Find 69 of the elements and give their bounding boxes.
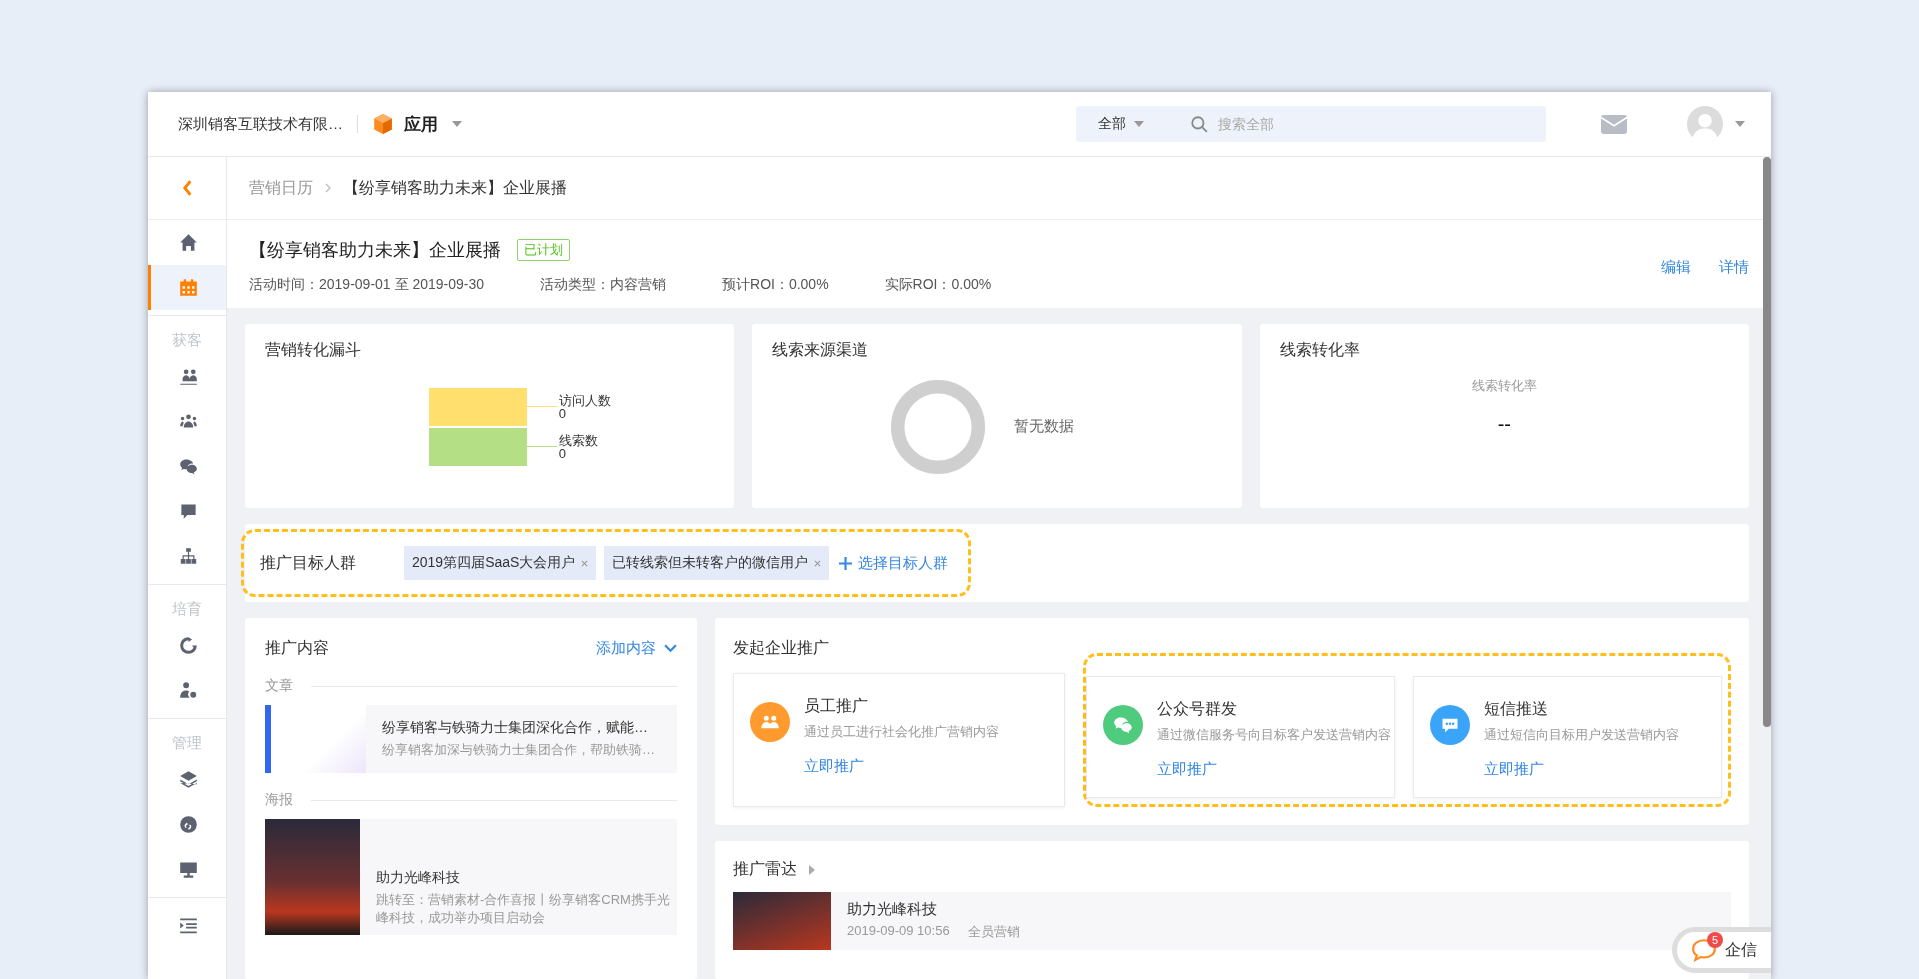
status-tag: 已计划 (517, 239, 570, 261)
leader-line (526, 406, 557, 407)
funnel-value: 0 (558, 446, 566, 460)
action-link[interactable]: 编辑 (1661, 258, 1691, 277)
chevron-down-icon (664, 644, 677, 653)
funnel-label: 访问人数 (558, 393, 611, 407)
card-title: 推广内容 (265, 638, 329, 658)
plus-icon (839, 556, 853, 570)
sidebar-section-label: 获客 (171, 330, 203, 350)
promote-link[interactable]: 立即推广 (1156, 760, 1386, 779)
app-menu[interactable]: 应用 (404, 112, 438, 136)
funnel-value: 0 (558, 406, 566, 420)
company-name[interactable]: 深圳销客互联技术有限… (178, 114, 343, 134)
activity-meta: 活动类型：内容营销 (540, 276, 666, 294)
content-item[interactable]: 助力光峰科技 跳转至：营销素材-合作喜报丨纷享销客CRM携手光峰科技，成功举办项目启动会 (265, 819, 677, 935)
add-content-dropdown[interactable]: 添加内容 (596, 639, 677, 658)
content-item[interactable]: 纷享销客与铁骑力士集团深化合作，赋能… 纷享销客加深与铁骑力士集团合作，帮助铁骑… (265, 705, 677, 773)
activity-meta: 预计ROI：0.00% (722, 276, 829, 294)
radar-item-title: 助力光峰科技 (847, 900, 938, 919)
channel-description: 通过短信向目标用户发送营销内容 (1483, 726, 1679, 744)
caret-icon (1134, 121, 1144, 127)
channel-name: 员工推广 (804, 696, 869, 716)
channel-name: 短信推送 (1483, 699, 1549, 719)
search-icon (1190, 115, 1208, 133)
card-title: 线索转化率 (1279, 340, 1361, 360)
search-scope-dropdown[interactable]: 全部 (1076, 115, 1164, 133)
group-label: 海报 (265, 791, 293, 809)
activity-meta: 实际ROI：0.00% (884, 276, 992, 294)
rate-value: -- (1497, 413, 1511, 436)
audience-tag: 已转线索但未转客户的微信用户 (604, 546, 830, 580)
radar-item-scope: 全员营销 (967, 923, 1020, 941)
search-bar[interactable]: 全部 搜索全部 (1076, 106, 1546, 142)
action-link[interactable]: 详情 (1719, 258, 1749, 277)
card-title: 发起企业推广 (733, 639, 829, 656)
promote-link[interactable]: 立即推广 (804, 757, 999, 776)
card-title: 营销转化漏斗 (265, 340, 362, 360)
breadcrumb-item: 【纷享销客助力未来】企业展播 (343, 177, 567, 198)
funnel-label: 线索数 (558, 433, 598, 447)
content-description: 跳转至：营销素材-合作喜报丨纷享销客CRM携手光峰科技，成功举办项目启动会 (376, 891, 671, 927)
cube-icon (372, 113, 394, 135)
card-title: 推广雷达 (733, 859, 797, 879)
chevron-icon (325, 183, 331, 193)
leader-line (526, 446, 557, 447)
chat-widget[interactable]: 5 企信 (1672, 927, 1771, 973)
scrollbar[interactable] (1763, 157, 1771, 727)
content-title: 助力光峰科技 (376, 869, 461, 887)
content-description: 纷享销客加深与铁骑力士集团合作，帮助铁骑… (382, 741, 656, 759)
field-label: 推广目标人群 (260, 552, 356, 573)
empty-text: 暂无数据 (1014, 417, 1074, 436)
activity-title: 【纷享销客助力未来】企业展播 (249, 239, 501, 262)
caret-icon (452, 121, 462, 127)
content-title: 纷享销客与铁骑力士集团深化合作，赋能… (382, 719, 649, 737)
select-audience-link[interactable]: 选择目标人群 (839, 553, 949, 573)
radar-item-date: 2019-09-09 10:56 (847, 923, 950, 940)
unread-badge: 5 (1707, 932, 1723, 948)
promote-link[interactable]: 立即推广 (1483, 760, 1679, 779)
card-title: 线索来源渠道 (772, 340, 870, 360)
sidebar-section-label: 培育 (171, 599, 203, 619)
rate-caption: 线索转化率 (1471, 377, 1537, 395)
channel-description: 通过员工进行社会化推广营销内容 (804, 723, 999, 741)
expand-arrow-icon[interactable] (809, 864, 815, 875)
search-field[interactable]: 搜索全部 (1216, 115, 1546, 133)
activity-meta: 活动时间：2019-09-01 至 2019-09-30 (249, 276, 484, 294)
sidebar-section-label: 管理 (171, 733, 203, 753)
group-label: 文章 (265, 677, 293, 695)
caret-icon (1735, 121, 1745, 127)
back-icon[interactable] (181, 179, 193, 197)
audience-tag: 2019第四届SaaS大会用户 (404, 546, 597, 580)
channel-name: 公众号群发 (1156, 699, 1238, 719)
